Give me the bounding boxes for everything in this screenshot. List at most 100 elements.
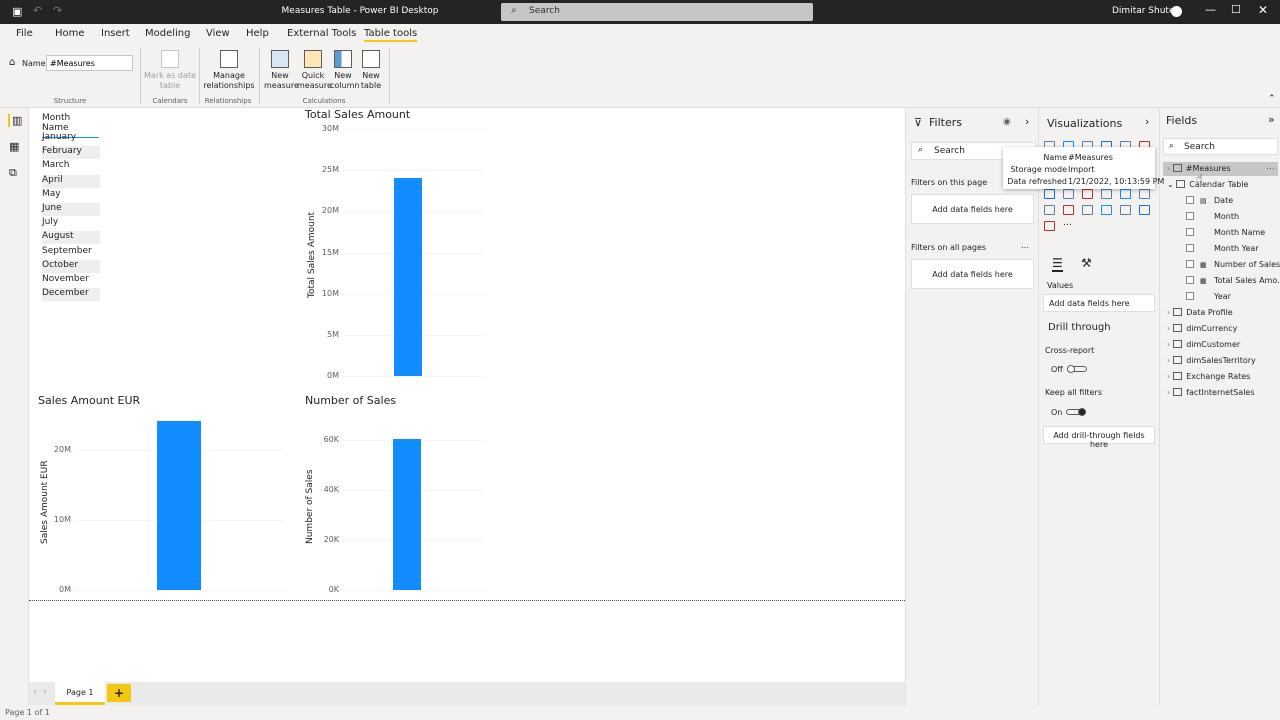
slicer-item[interactable]: February xyxy=(42,146,100,160)
slicer-item[interactable]: August xyxy=(42,231,100,245)
field-column[interactable]: ▦ Total Sales Amo... xyxy=(1186,276,1280,285)
checkbox[interactable] xyxy=(1186,260,1194,268)
slicer-item[interactable]: March xyxy=(42,160,100,173)
field-column[interactable]: Month Name xyxy=(1186,228,1265,237)
fields-well-icon[interactable]: ☰ xyxy=(1052,256,1063,272)
slicer-item[interactable]: May xyxy=(42,189,100,202)
field-table[interactable]: › dimCustomer xyxy=(1167,340,1240,349)
page-tab-page-1[interactable]: Page 1 xyxy=(55,682,105,705)
checkbox[interactable] xyxy=(1186,228,1194,236)
add-all-pages-filter-well[interactable]: Add data fields here xyxy=(911,259,1034,289)
field-table[interactable]: › dimCurrency xyxy=(1167,324,1237,333)
tab-help[interactable]: Help xyxy=(246,28,269,39)
report-view-icon[interactable]: ▥ xyxy=(8,114,22,127)
slicer-item[interactable]: September xyxy=(42,246,100,259)
visual-type-icon[interactable] xyxy=(1044,205,1055,215)
bar[interactable] xyxy=(393,439,421,590)
checkbox[interactable] xyxy=(1186,244,1194,252)
values-well[interactable]: Add data fields here xyxy=(1043,294,1155,312)
checkbox[interactable] xyxy=(1186,196,1194,204)
slicer-item[interactable]: November xyxy=(42,274,100,287)
field-table[interactable]: › Exchange Rates xyxy=(1167,372,1250,381)
bar-chart-0[interactable]: Total Sales Amount 0M 5M 10M 15M 20M 25M 30M Tot… xyxy=(305,108,585,388)
visual-type-icon[interactable] xyxy=(1044,221,1055,231)
add-page-filter-well[interactable]: Add data fields here xyxy=(911,194,1034,224)
slicer-item[interactable]: December xyxy=(42,288,100,302)
field-table[interactable]: › Data Profile xyxy=(1167,308,1233,317)
bar[interactable] xyxy=(157,421,201,590)
new-measure-button[interactable]: New measure xyxy=(264,50,299,91)
slicer-item[interactable]: June xyxy=(42,203,100,216)
visual-type-icon[interactable] xyxy=(1082,189,1093,199)
tab-external-tools[interactable]: External Tools xyxy=(287,28,356,39)
slicer-item[interactable]: April xyxy=(42,174,100,188)
tab-table-tools[interactable]: Table tools xyxy=(364,28,418,42)
field-column[interactable]: Year xyxy=(1186,292,1231,301)
keep-filters-toggle[interactable]: On xyxy=(1051,408,1087,417)
tab-home[interactable]: Home xyxy=(55,28,85,39)
bar-chart-1[interactable]: Sales Amount EUR 0M 10M 20M Sales Amount EUR xyxy=(37,394,307,600)
mark-as-date-table-button[interactable]: Mark as date table xyxy=(143,50,197,91)
format-paint-icon[interactable]: ⚒ xyxy=(1081,256,1092,270)
visual-type-icon[interactable] xyxy=(1063,189,1074,199)
visual-type-icon[interactable] xyxy=(1139,205,1150,215)
new-column-button[interactable]: New column xyxy=(330,50,359,91)
month-slicer[interactable]: Month Name January February March April May J… xyxy=(29,108,139,308)
field-table[interactable]: › factInternetSales xyxy=(1167,388,1255,397)
toggle-switch[interactable] xyxy=(1066,408,1087,416)
visual-type-icon[interactable] xyxy=(1120,189,1131,199)
next-page-icon[interactable]: › xyxy=(43,687,47,697)
visual-type-icon[interactable] xyxy=(1139,189,1150,199)
table-name-input[interactable] xyxy=(46,55,133,71)
checkbox[interactable] xyxy=(1186,276,1194,284)
collapse-filters-icon[interactable]: › xyxy=(1025,115,1029,128)
tab-view[interactable]: View xyxy=(206,28,230,39)
maximize-icon[interactable]: ☐ xyxy=(1231,3,1241,16)
field-table[interactable]: › dimSalesTerritory xyxy=(1167,356,1256,365)
collapse-ribbon-icon[interactable]: ⌃ xyxy=(1268,94,1276,104)
visual-type-icon[interactable] xyxy=(1082,205,1093,215)
field-table-measures[interactable]: › #Measures … xyxy=(1163,162,1278,176)
visual-type-icon[interactable] xyxy=(1044,189,1055,199)
field-column[interactable]: ▦ Number of Sales xyxy=(1186,260,1280,269)
collapse-viz-icon[interactable]: › xyxy=(1145,115,1149,128)
search-box[interactable]: ⌕ Search xyxy=(501,3,813,21)
user-name[interactable]: Dimitar Shutev xyxy=(1112,6,1180,16)
tab-file[interactable]: File xyxy=(16,28,33,39)
field-table-calendar[interactable]: ⌄ Calendar Table xyxy=(1167,180,1248,189)
bar[interactable] xyxy=(394,177,422,376)
collapse-fields-icon[interactable]: » xyxy=(1268,113,1275,126)
fields-search[interactable]: ⌕ Search xyxy=(1163,138,1278,155)
data-view-icon[interactable]: ▦ xyxy=(9,140,19,153)
tab-modeling[interactable]: Modeling xyxy=(145,28,191,39)
manage-relationships-button[interactable]: Manage relationships xyxy=(202,50,256,91)
visual-type-icon[interactable] xyxy=(1101,189,1112,199)
more-options-icon[interactable]: … xyxy=(1266,162,1275,172)
more-options-icon[interactable]: … xyxy=(1021,241,1029,250)
field-column[interactable]: Month xyxy=(1186,212,1239,221)
drill-through-well[interactable]: Add drill-through fields here xyxy=(1043,426,1155,449)
more-visuals-icon[interactable]: … xyxy=(1063,218,1072,228)
model-view-icon[interactable]: ⧉ xyxy=(9,166,17,180)
slicer-item[interactable]: July xyxy=(42,217,100,230)
minimize-icon[interactable]: — xyxy=(1205,3,1216,16)
tab-insert[interactable]: Insert xyxy=(101,28,130,39)
eye-icon[interactable]: ◉ xyxy=(1003,117,1011,127)
checkbox[interactable] xyxy=(1186,292,1194,300)
visual-type-icon[interactable] xyxy=(1101,205,1112,215)
cross-report-toggle[interactable]: Off xyxy=(1051,365,1087,374)
field-column[interactable]: Month Year xyxy=(1186,244,1259,253)
checkbox[interactable] xyxy=(1186,212,1194,220)
new-table-button[interactable]: New table xyxy=(358,50,384,91)
close-icon[interactable]: ✕ xyxy=(1258,3,1268,17)
field-column[interactable]: ▤ Date xyxy=(1186,196,1233,205)
visual-type-icon[interactable] xyxy=(1063,205,1074,215)
add-page-button[interactable]: + xyxy=(107,684,131,702)
slicer-item[interactable]: October xyxy=(42,259,100,273)
visual-type-icon[interactable] xyxy=(1120,205,1131,215)
prev-page-icon[interactable]: ‹ xyxy=(33,687,37,697)
toggle-switch[interactable] xyxy=(1066,365,1087,373)
slicer-item[interactable]: January xyxy=(42,132,100,145)
quick-measure-button[interactable]: Quick measure xyxy=(297,50,332,91)
avatar[interactable] xyxy=(1171,6,1182,17)
